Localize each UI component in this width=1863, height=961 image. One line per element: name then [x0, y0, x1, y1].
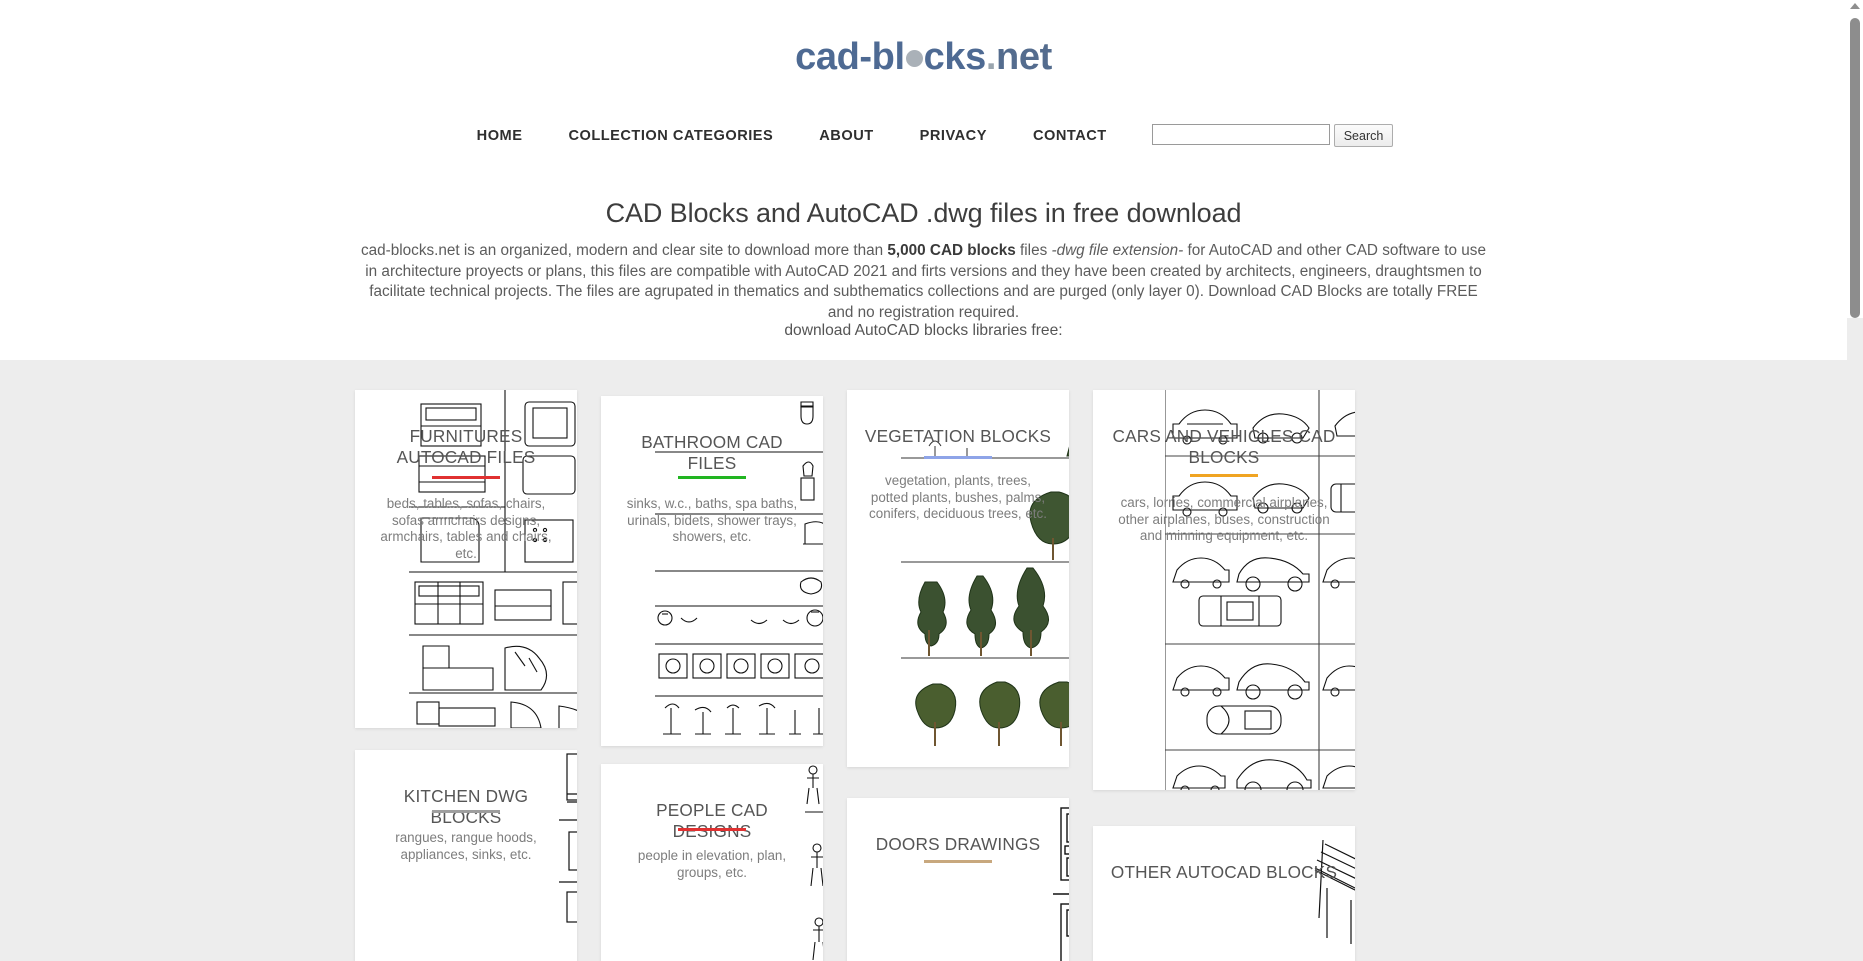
page-title: CAD Blocks and AutoCAD .dwg files in fre…	[605, 198, 1242, 229]
card-description: rangues, rangue hoods, appliances, sinks…	[395, 830, 537, 862]
doors-thumbnail-icon	[1053, 807, 1069, 961]
card-title: OTHER AUTOCAD BLOCKS	[1110, 862, 1338, 882]
category-card-bathroom[interactable]: BATHROOM CAD FILES sinks, w.c., baths, s…	[601, 396, 823, 746]
category-card-other[interactable]: OTHER AUTOCAD BLOCKS	[1093, 826, 1355, 961]
intro-paragraph: cad-blocks.net is an organized, modern a…	[359, 241, 1489, 323]
page-root: cad-bl cks.net HOME COLLECTION CATEGORIES…	[0, 0, 1863, 961]
other-thumbnail-icon	[1314, 839, 1355, 944]
nav-item-about[interactable]: ABOUT	[796, 128, 896, 144]
intro-text-mid: files	[1015, 242, 1052, 260]
category-card-doors[interactable]: DOORS DRAWINGS	[847, 798, 1069, 961]
card-divider	[432, 476, 500, 479]
card-divider	[678, 476, 746, 479]
card-description: beds, tables, sofas, chairs, sofas armch…	[380, 496, 552, 561]
card-title: CARS AND VEHICLES CAD BLOCKS	[1112, 426, 1336, 467]
logo-text-dot: .	[985, 36, 997, 78]
site-header: cad-bl cks.net HOME COLLECTION CATEGORIES…	[0, 0, 1847, 360]
search-form: Search	[1151, 124, 1394, 147]
card-title: DOORS DRAWINGS	[875, 834, 1041, 854]
card-title: BATHROOM CAD FILES	[641, 432, 783, 473]
logo-text-part2: cks	[923, 36, 987, 78]
card-title: KITCHEN DWG BLOCKS	[403, 786, 529, 827]
nav-item-privacy[interactable]: PRIVACY	[897, 128, 1010, 144]
logo-text-tld: net	[996, 36, 1052, 78]
card-divider	[432, 810, 500, 813]
card-description: cars, lorries, commercial airplanes, oth…	[1118, 495, 1330, 543]
card-divider	[1190, 474, 1258, 477]
card-divider	[924, 860, 992, 863]
page-scrollbar[interactable]	[1847, 0, 1863, 961]
card-divider	[924, 456, 992, 459]
intro-text-bold: 5,000 CAD blocks	[887, 242, 1016, 260]
card-title: VEGETATION BLOCKS	[864, 426, 1052, 446]
search-button[interactable]: Search	[1333, 124, 1394, 147]
category-card-furnitures[interactable]: FURNITURES AUTOCAD FILES beds, tables, s…	[355, 390, 577, 728]
search-input[interactable]	[1151, 124, 1330, 145]
category-card-people[interactable]: PEOPLE CAD DESIGNS people in elevation, …	[601, 764, 823, 961]
nav-item-contact[interactable]: CONTACT	[1010, 128, 1130, 144]
intro-text-pre: cad-blocks.net is an organized, modern a…	[361, 242, 888, 260]
card-description: sinks, w.c., baths, spa baths, urinals, …	[626, 496, 798, 544]
card-title: FURNITURES AUTOCAD FILES	[396, 426, 536, 467]
logo-text-part1: cad-bl	[795, 36, 905, 78]
download-subtitle: download AutoCAD blocks libraries free:	[784, 322, 1063, 339]
site-logo[interactable]: cad-bl cks.net	[0, 36, 1847, 79]
intro-text-italic: -dwg file extension-	[1051, 242, 1184, 260]
card-description: vegetation, plants, trees, potted plants…	[869, 473, 1047, 521]
content-area: FURNITURES AUTOCAD FILES beds, tables, s…	[0, 360, 1847, 961]
scrollbar-up-arrow-icon[interactable]	[1850, 3, 1860, 9]
card-divider	[678, 828, 746, 831]
scrollbar-track[interactable]	[1847, 318, 1863, 961]
category-card-kitchen[interactable]: KITCHEN DWG BLOCKS rangues, rangue hoods…	[355, 750, 577, 961]
card-description: people in elevation, plan, groups, etc.	[637, 848, 787, 880]
category-card-vegetation[interactable]: VEGETATION BLOCKS vegetation, plants, tr…	[847, 390, 1069, 767]
card-title: PEOPLE CAD DESIGNS	[656, 800, 768, 841]
main-navigation: HOME COLLECTION CATEGORIES ABOUT PRIVACY…	[0, 124, 1847, 147]
category-card-cars[interactable]: CARS AND VEHICLES CAD BLOCKS cars, lorri…	[1093, 390, 1355, 790]
logo-circle-o-icon	[905, 50, 923, 67]
nav-item-collection-categories[interactable]: COLLECTION CATEGORIES	[545, 128, 796, 144]
nav-item-home[interactable]: HOME	[454, 128, 546, 144]
scrollbar-thumb[interactable]	[1850, 18, 1860, 318]
